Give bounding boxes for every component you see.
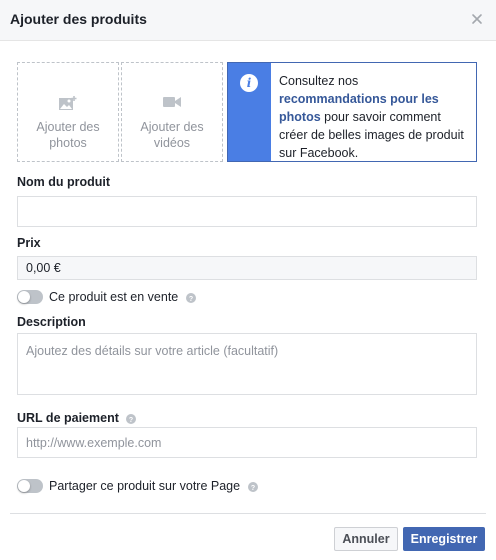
add-photos-button[interactable]: Ajouter des photos <box>17 62 119 162</box>
payment-url-input[interactable] <box>17 427 477 458</box>
photo-tips-text: Consultez nos recommandations pour les p… <box>279 72 468 162</box>
on-sale-toggle[interactable] <box>17 290 43 304</box>
tips-text-start: Consultez nos <box>279 74 359 88</box>
description-textarea[interactable] <box>17 333 477 395</box>
help-icon[interactable]: ? <box>126 413 137 424</box>
toggle-knob <box>18 480 30 492</box>
share-toggle[interactable] <box>17 479 43 493</box>
price-label: Prix <box>17 236 41 250</box>
share-label: Partager ce produit sur votre Page <box>49 479 241 493</box>
add-photos-label: Ajouter des photos <box>36 120 100 150</box>
help-icon[interactable]: ? <box>247 481 258 492</box>
price-input[interactable] <box>17 256 477 280</box>
toggle-knob <box>18 291 30 303</box>
payment-url-label: URL de paiement <box>17 411 119 425</box>
share-row: Partager ce produit sur votre Page ? <box>49 479 258 493</box>
footer-divider <box>10 513 486 514</box>
help-icon[interactable]: ? <box>185 292 196 303</box>
on-sale-row: Ce produit est en vente ? <box>49 290 196 304</box>
cancel-button[interactable]: Annuler <box>334 527 398 551</box>
payment-url-row: URL de paiement ? <box>17 411 137 425</box>
dialog-header: Ajouter des produits <box>0 0 496 41</box>
save-button[interactable]: Enregistrer <box>403 527 485 551</box>
video-camera-icon <box>163 97 181 107</box>
add-videos-label: Ajouter des vidéos <box>140 120 204 150</box>
info-icon: i <box>240 74 258 92</box>
product-name-label: Nom du produit <box>17 175 111 189</box>
photo-tips-box: i Consultez nos recommandations pour les… <box>227 62 477 162</box>
description-label: Description <box>17 315 86 329</box>
product-name-input[interactable] <box>17 196 477 227</box>
photo-icon <box>59 96 77 110</box>
info-bar: i <box>228 63 271 161</box>
svg-text:?: ? <box>189 296 193 303</box>
add-videos-button[interactable]: Ajouter des vidéos <box>121 62 223 162</box>
svg-text:?: ? <box>250 485 254 492</box>
on-sale-label: Ce produit est en vente <box>49 290 179 304</box>
dialog-title: Ajouter des produits <box>10 11 147 27</box>
svg-text:?: ? <box>129 417 133 424</box>
close-icon[interactable] <box>470 12 484 26</box>
